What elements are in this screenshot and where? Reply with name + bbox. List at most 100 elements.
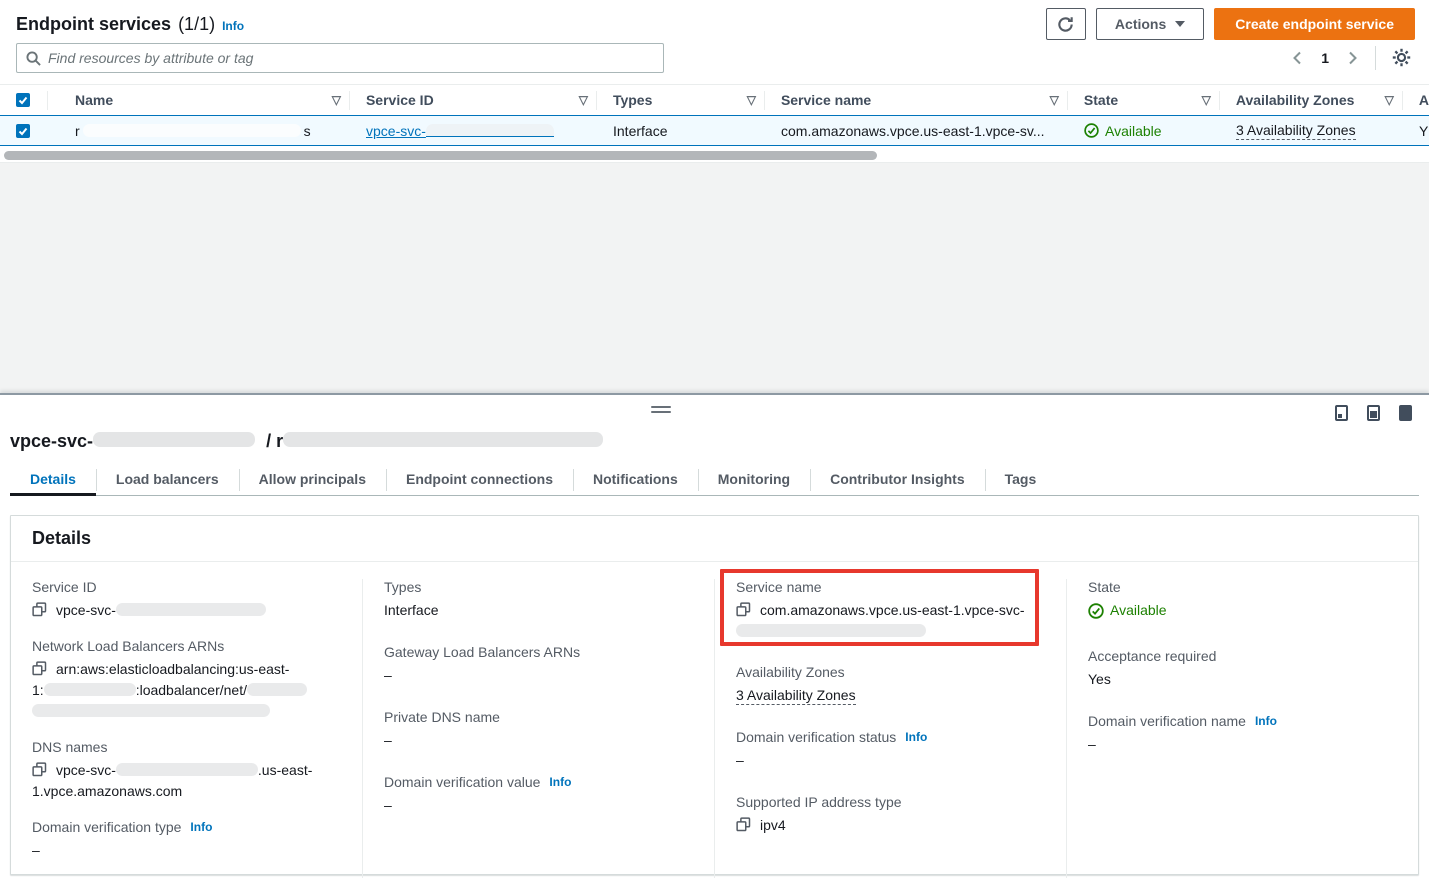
search-input[interactable] [48, 50, 654, 66]
create-endpoint-service-button[interactable]: Create endpoint service [1214, 8, 1415, 40]
endpoint-services-table: Name ▽ Service ID ▽ Types ▽ Service name… [0, 84, 1429, 160]
column-header-state[interactable]: State ▽ [1068, 85, 1220, 115]
tab-endpoint-connections-label: Endpoint connections [406, 471, 553, 487]
gear-icon[interactable] [1391, 47, 1413, 69]
sort-icon-service-id[interactable]: ▽ [579, 94, 588, 106]
details-column-1: Service ID vpce-svc- Network Load Balanc… [11, 579, 362, 878]
domain-verification-value-info-link[interactable]: Info [549, 775, 571, 789]
row-az-cell: 3 Availability Zones [1220, 116, 1403, 145]
row-service-id-cell: vpce-svc- [350, 116, 597, 145]
field-domain-verification-status-label: Domain verification status [736, 729, 896, 745]
domain-verification-status-info-link[interactable]: Info [905, 730, 927, 744]
field-domain-verification-type: Domain verification type Info – [32, 819, 344, 861]
sort-icon-az[interactable]: ▽ [1385, 94, 1394, 106]
details-card: Details Service ID vpce-svc- [10, 515, 1419, 875]
sort-icon-types[interactable]: ▽ [747, 94, 756, 106]
details-column-4: State Available [1066, 579, 1418, 878]
tab-contributor-insights[interactable]: Contributor Insights [810, 466, 985, 495]
split-panel-drag-handle[interactable] [651, 406, 671, 416]
table-row[interactable]: r s vpce-svc- Interface com.amazonaws.vp… [0, 115, 1429, 146]
field-service-id-label: Service ID [32, 579, 344, 595]
tab-details-label: Details [30, 471, 76, 487]
column-header-service-id-label: Service ID [366, 92, 434, 108]
tab-notifications-label: Notifications [593, 471, 678, 487]
copy-icon[interactable] [32, 762, 47, 777]
copy-icon[interactable] [32, 602, 47, 617]
column-header-service-name[interactable]: Service name ▽ [765, 85, 1068, 115]
details-card-body: Service ID vpce-svc- Network Load Balanc… [11, 562, 1418, 878]
tab-tags-label: Tags [1005, 471, 1037, 487]
domain-verification-name-info-link[interactable]: Info [1255, 714, 1277, 728]
tab-monitoring[interactable]: Monitoring [698, 466, 810, 495]
copy-icon[interactable] [736, 817, 751, 832]
column-header-types[interactable]: Types ▽ [597, 85, 765, 115]
row-checkbox[interactable] [16, 124, 30, 138]
row-name-suffix: s [304, 123, 311, 139]
field-acceptance-required-label: Acceptance required [1088, 648, 1400, 664]
row-types-value: Interface [613, 123, 667, 139]
nlb-arn-line2-mid: :loadbalancer/net/ [136, 682, 247, 698]
row-name-cell: r s [48, 116, 350, 145]
create-endpoint-service-label: Create endpoint service [1235, 16, 1394, 32]
types-value: Interface [384, 600, 696, 621]
row-service-name-value: com.amazonaws.vpce.us-east-1.vpce-sv... [781, 123, 1045, 139]
field-gateway-lb-arns-label: Gateway Load Balancers ARNs [384, 644, 696, 660]
availability-zones-value[interactable]: 3 Availability Zones [736, 687, 856, 705]
tab-contributor-insights-label: Contributor Insights [830, 471, 965, 487]
sort-icon-state[interactable]: ▽ [1202, 94, 1211, 106]
endpoint-services-page: Endpoint services (1/1) Info Actions [0, 0, 1429, 886]
field-state: State Available [1088, 579, 1400, 625]
panel-size-medium-icon[interactable] [1367, 405, 1380, 421]
action-group: Actions Create endpoint service [1046, 8, 1415, 40]
search-box[interactable] [16, 43, 664, 73]
column-header-az-label: Availability Zones [1236, 92, 1355, 108]
tab-allow-principals[interactable]: Allow principals [239, 466, 386, 495]
panel-title-suffix-char: r [276, 431, 283, 451]
column-header-name[interactable]: Name ▽ [48, 85, 350, 115]
previous-page-icon[interactable] [1290, 50, 1306, 66]
row-state-value: Available [1105, 123, 1162, 139]
domain-verification-value-value: – [384, 795, 696, 816]
column-header-overflow: A [1403, 85, 1429, 115]
panel-size-small-icon[interactable] [1335, 405, 1348, 421]
field-service-id: Service ID vpce-svc- [32, 579, 344, 621]
tab-notifications[interactable]: Notifications [573, 466, 698, 495]
row-types-cell: Interface [597, 116, 765, 145]
service-id-link[interactable]: vpce-svc- [366, 123, 554, 139]
copy-icon[interactable] [32, 661, 47, 676]
field-nlb-arns-label: Network Load Balancers ARNs [32, 638, 344, 654]
domain-verification-type-info-link[interactable]: Info [190, 820, 212, 834]
nlb-arn-name-redaction [247, 683, 307, 696]
next-page-icon[interactable] [1344, 50, 1360, 66]
select-all-checkbox[interactable] [16, 93, 30, 107]
field-domain-verification-status: Domain verification status Info – [736, 729, 1048, 771]
private-dns-name-value: – [384, 730, 696, 751]
acceptance-required-value: Yes [1088, 669, 1400, 690]
title-info-link[interactable]: Info [222, 19, 244, 33]
column-header-service-id[interactable]: Service ID ▽ [350, 85, 597, 115]
actions-button[interactable]: Actions [1096, 8, 1204, 40]
horizontal-scrollbar-thumb[interactable] [4, 151, 877, 160]
domain-verification-name-value: – [1088, 734, 1400, 755]
sort-icon-name[interactable]: ▽ [332, 94, 341, 106]
service-name-value-redaction [736, 624, 926, 637]
tab-load-balancers[interactable]: Load balancers [96, 466, 239, 495]
field-dns-names-label: DNS names [32, 739, 344, 755]
service-id-link-prefix: vpce-svc- [366, 123, 426, 139]
details-column-2: Types Interface Gateway Load Balancers A… [362, 579, 714, 878]
panel-title-prefix: vpce-svc- [10, 431, 93, 451]
page-number[interactable]: 1 [1321, 50, 1329, 66]
tab-allow-principals-label: Allow principals [259, 471, 366, 487]
tab-endpoint-connections[interactable]: Endpoint connections [386, 466, 573, 495]
field-domain-verification-value-label: Domain verification value [384, 774, 540, 790]
row-state-cell: Available [1068, 116, 1220, 145]
refresh-button[interactable] [1046, 8, 1086, 40]
column-header-availability-zones[interactable]: Availability Zones ▽ [1220, 85, 1403, 115]
sort-icon-service-name[interactable]: ▽ [1050, 94, 1059, 106]
panel-size-large-icon[interactable] [1399, 405, 1412, 421]
copy-icon[interactable] [736, 602, 751, 617]
row-name-redaction [83, 124, 301, 137]
row-az-value[interactable]: 3 Availability Zones [1236, 122, 1356, 140]
tab-details[interactable]: Details [10, 466, 96, 495]
tab-tags[interactable]: Tags [985, 466, 1057, 495]
